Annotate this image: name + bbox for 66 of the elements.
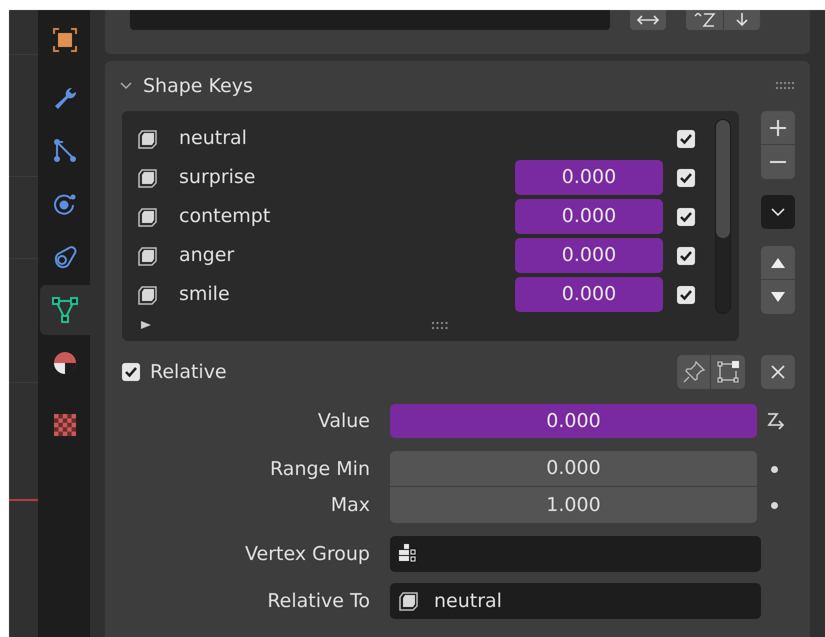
shape-key-name: smile [179,282,231,308]
shape-key-item[interactable]: neutral [137,119,715,158]
property-label: Value [316,408,371,434]
shape-key-icon [137,128,159,150]
clear-button[interactable] [761,355,795,389]
relative-label: Relative [150,360,228,385]
relative-checkbox[interactable] [122,363,140,381]
minus-icon [769,161,787,163]
relative-key-value: neutral [434,588,502,614]
chevron-icon [770,207,786,217]
checkbox[interactable] [677,286,695,304]
close-icon [770,364,786,380]
up-triangle-icon [770,256,786,268]
resize-grip-icon[interactable] [432,322,450,328]
property-label: Relative To [266,588,371,614]
plus-icon [769,118,787,136]
shape-key-name: neutral [179,126,248,152]
checker-icon [52,412,78,438]
triangle-mesh-icon [52,297,78,323]
pin-icon [682,360,706,384]
checkbox[interactable] [677,130,695,148]
down-triangle-icon [770,291,786,303]
shape-key-icon [398,590,420,612]
relative-key-field[interactable]: neutral [390,583,761,619]
checkbox[interactable] [677,208,695,226]
number-field[interactable]: 1.000 [390,487,757,523]
shape-key-icon [137,284,159,306]
link-icon [52,244,78,270]
nodes-icon [52,138,78,164]
down-arrow-icon [735,13,749,27]
drag-handle-icon[interactable] [776,82,796,90]
vertex-group-field[interactable] [390,536,761,572]
expand-triangle-icon[interactable] [141,320,151,330]
shape-key-icon [137,166,159,188]
swap-button[interactable] [630,10,666,30]
shape-key-name: contempt [179,204,272,230]
move-down-button[interactable] [761,280,795,314]
specials-menu-button[interactable] [761,195,795,229]
scrollbar[interactable] [715,119,731,314]
sort-icon [694,13,716,27]
property-label: Max [330,492,371,518]
property-label: Vertex Group [244,542,371,567]
panel-header[interactable]: Shape Keys [119,72,253,100]
number-field[interactable]: 0.000 [390,451,757,487]
square-icon [52,27,78,53]
add-button[interactable] [761,111,795,145]
checkbox[interactable] [677,246,695,264]
vertices-icon [716,360,740,384]
move-up-button[interactable] [761,246,795,280]
material-sphere-icon [52,350,78,376]
shape-key-icon [137,206,159,228]
text-field[interactable] [130,10,610,30]
double-arrow-icon [636,14,660,26]
reverse-button[interactable] [724,10,760,30]
properties-tab[interactable] [40,285,90,335]
pin-button[interactable] [677,355,711,389]
shape-key-icon [137,244,159,266]
remove-button[interactable] [761,145,795,179]
sort-button[interactable] [686,10,724,30]
driver-arrow-icon [765,410,787,432]
edit-mode-button[interactable] [711,355,745,389]
property-label: Range Min [269,456,371,482]
shape-key-name: anger [179,243,236,268]
shape-key-name: surprise [179,165,256,190]
chevron-icon [119,81,133,91]
checkbox[interactable] [677,168,695,186]
